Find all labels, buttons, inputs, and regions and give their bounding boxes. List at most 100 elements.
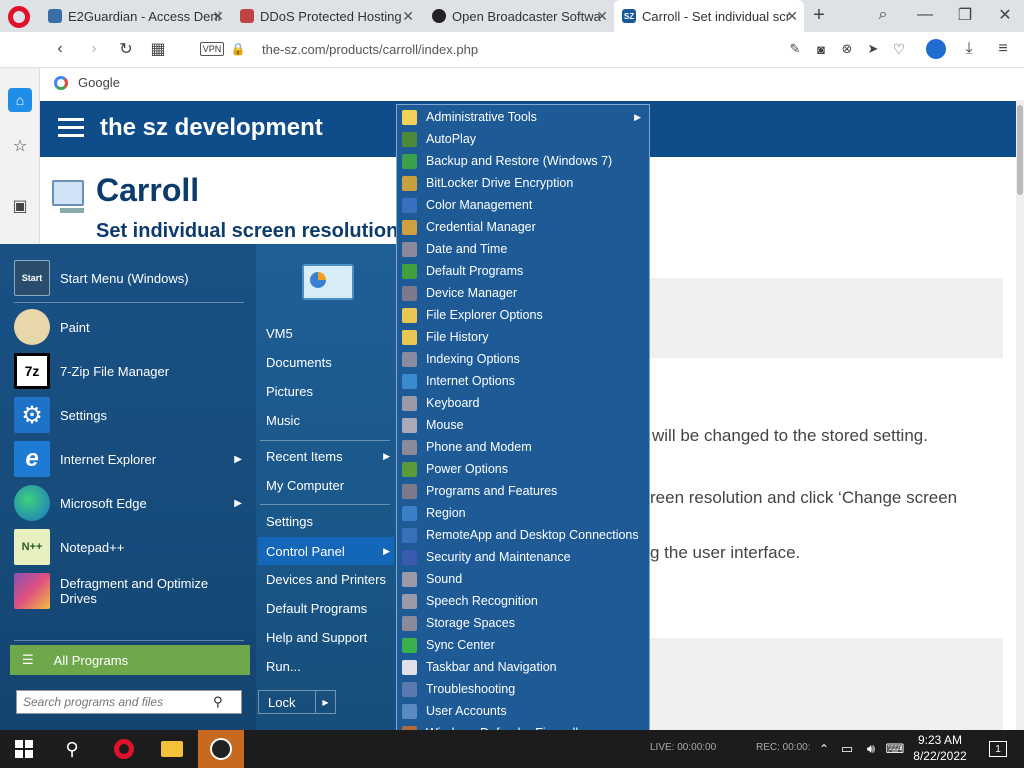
lock-options-arrow-icon[interactable]: ▶ [315,691,335,713]
search-icon[interactable]: ⚲ [213,694,223,710]
minimize-icon[interactable]: — [914,4,936,26]
control-panel-item[interactable]: Storage Spaces [397,612,649,634]
start-right-devices-printers[interactable]: Devices and Printers [266,567,392,591]
taskbar-obs-icon[interactable] [198,730,244,768]
control-panel-item[interactable]: File History [397,326,649,348]
control-panel-item[interactable]: Sync Center [397,634,649,656]
close-tab-icon[interactable]: ✕ [786,8,798,25]
network-icon[interactable]: ▭ [838,730,856,768]
tab-ddos[interactable]: DDoS Protected Hosting ✕ [232,0,420,32]
control-panel-item[interactable]: Internet Options [397,370,649,392]
control-panel-item[interactable]: Administrative Tools ▶ [397,106,649,128]
control-panel-item[interactable]: Keyboard [397,392,649,414]
block-icon[interactable]: ⊗ [838,40,856,58]
heart-icon[interactable]: ♡ [890,40,908,58]
new-tab-icon[interactable]: + [808,4,830,26]
start-search-input[interactable] [17,692,213,712]
control-panel-item[interactable]: File Explorer Options [397,304,649,326]
start-right-control-panel[interactable]: Control Panel ▶ [266,539,392,563]
camera-icon[interactable]: ◙ [812,40,830,58]
opera-logo-icon[interactable] [8,6,30,28]
hamburger-icon[interactable] [58,118,84,138]
tab-e2guardian[interactable]: E2Guardian - Access Deni ✕ [40,0,230,32]
start-item-7zip[interactable]: 7z 7-Zip File Manager [10,349,246,393]
control-panel-item[interactable]: Mouse [397,414,649,436]
start-right-music[interactable]: Music [266,408,392,432]
home-icon[interactable]: ⌂ [8,88,32,112]
taskbar-opera-icon[interactable] [104,730,144,768]
reload-icon[interactable]: ↻ [116,39,136,59]
edit-icon[interactable]: ✎ [786,40,804,58]
control-panel-item[interactable]: Programs and Features [397,480,649,502]
download-icon[interactable]: ⤓ [960,40,978,58]
control-panel-item[interactable]: Security and Maintenance [397,546,649,568]
start-item-defrag[interactable]: Defragment and Optimize Drives [10,569,246,613]
control-panel-item[interactable]: Indexing Options [397,348,649,370]
taskbar-file-explorer-icon[interactable] [152,730,192,768]
start-item-notepadpp[interactable]: N++ Notepad++ [10,525,246,569]
close-tab-icon[interactable]: ✕ [596,8,608,25]
tab-obs[interactable]: Open Broadcaster Softwa ✕ [424,0,614,32]
start-right-settings[interactable]: Settings [266,509,392,533]
start-right-documents[interactable]: Documents [266,350,392,374]
close-tab-icon[interactable]: ✕ [402,8,414,25]
start-item-paint[interactable]: Paint [10,305,246,349]
lock-button[interactable]: Lock ▶ [258,690,336,714]
control-panel-item[interactable]: Troubleshooting [397,678,649,700]
volume-icon[interactable]: 🔊︎ [862,730,880,768]
start-item-start-menu[interactable]: Start Start Menu (Windows) [10,256,246,300]
control-panel-item[interactable]: AutoPlay [397,128,649,150]
control-panel-item[interactable]: Device Manager [397,282,649,304]
taskbar-search-icon[interactable]: ⚲ [56,730,88,768]
tab-carroll[interactable]: SZ Carroll - Set individual scr ✕ [614,0,804,32]
vpn-badge[interactable]: VPN [200,42,224,56]
bookmark-star-icon[interactable]: ☆ [8,134,32,158]
control-panel-item[interactable]: Phone and Modem [397,436,649,458]
site-title[interactable]: the sz development [100,114,323,142]
control-panel-item[interactable]: Sound [397,568,649,590]
start-right-vm5[interactable]: VM5 [266,321,392,345]
control-panel-item[interactable]: RemoteApp and Desktop Connections [397,524,649,546]
search-tabs-icon[interactable]: ⌕ [872,4,894,26]
url-text[interactable]: the-sz.com/products/carroll/index.php [262,42,478,57]
close-window-icon[interactable]: ✕ [994,4,1016,26]
control-panel-item[interactable]: Speech Recognition [397,590,649,612]
control-panel-item[interactable]: BitLocker Drive Encryption [397,172,649,194]
start-right-my-computer[interactable]: My Computer [266,473,392,497]
control-panel-item[interactable]: Date and Time [397,238,649,260]
keyboard-icon[interactable]: ⌨︎ [886,730,905,768]
start-right-default-programs[interactable]: Default Programs [266,596,392,620]
close-tab-icon[interactable]: ✕ [212,8,224,25]
windows-start-button[interactable] [8,730,40,768]
scrollbar-thumb[interactable] [1017,105,1023,195]
start-item-edge[interactable]: Microsoft Edge ▶ [10,481,246,525]
bookmark-google[interactable]: Google [54,75,120,90]
taskbar-clock[interactable]: 9:23 AM 8/22/2022 [908,732,972,764]
start-item-settings[interactable]: ⚙ Settings [10,393,246,437]
start-right-help-support[interactable]: Help and Support [266,625,392,649]
start-item-internet-explorer[interactable]: e Internet Explorer ▶ [10,437,246,481]
control-panel-item[interactable]: Color Management [397,194,649,216]
notifications-icon[interactable]: 1 [984,730,1012,768]
restore-icon[interactable]: ❐ [954,4,976,26]
control-panel-item[interactable]: Backup and Restore (Windows 7) [397,150,649,172]
start-right-recent-items[interactable]: Recent Items ▶ [266,444,392,468]
bag-icon[interactable]: ▣ [8,194,32,218]
control-panel-item[interactable]: Default Programs [397,260,649,282]
control-panel-item[interactable]: Taskbar and Navigation [397,656,649,678]
control-panel-item[interactable]: User Accounts [397,700,649,722]
all-programs-button[interactable]: ☰ All Programs [10,645,250,675]
forward-icon[interactable]: › [84,39,104,59]
control-panel-item[interactable]: Power Options [397,458,649,480]
send-icon[interactable]: ➤ [864,40,882,58]
start-search-field[interactable]: ⚲ [16,690,242,714]
tab-grid-icon[interactable]: ▦ [148,39,168,59]
back-icon[interactable]: ‹ [50,39,70,59]
start-right-run[interactable]: Run... [266,654,392,678]
control-panel-item[interactable]: Region [397,502,649,524]
start-right-pictures[interactable]: Pictures [266,379,392,403]
profile-avatar-icon[interactable] [926,39,946,59]
menu-icon[interactable]: ≡ [994,40,1012,58]
tray-chevron-icon[interactable]: ⌃ [816,730,832,768]
control-panel-item[interactable]: Credential Manager [397,216,649,238]
